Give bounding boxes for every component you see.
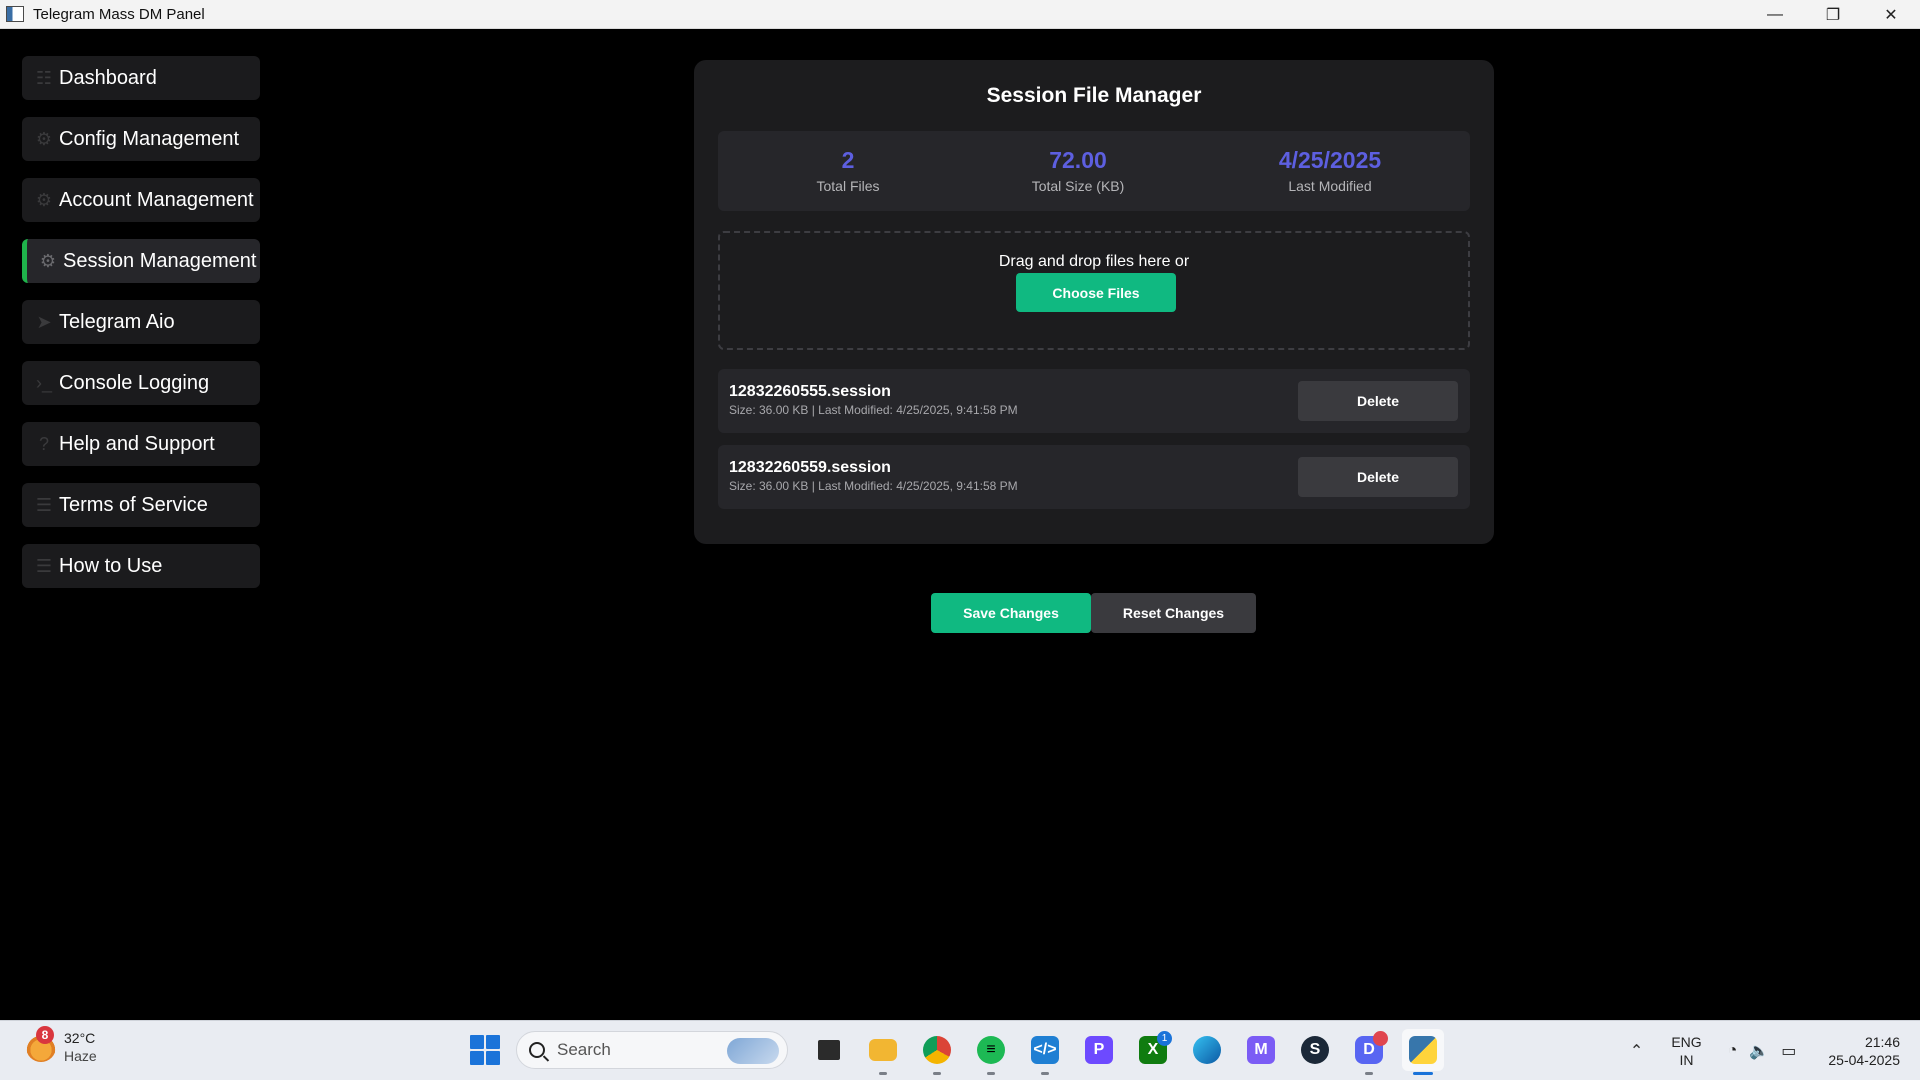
- sidebar-item-label: Config Management: [59, 127, 240, 150]
- sidebar-nav: ☷ Dashboard ⚙ Config Management ⚙ Accoun…: [22, 56, 260, 605]
- close-icon[interactable]: ✕: [1862, 0, 1920, 29]
- send-icon: ➤: [36, 311, 52, 332]
- search-placeholder: Search: [557, 1040, 611, 1059]
- sidebar-item-label: Account Management: [59, 188, 254, 211]
- notification-badge: 8: [36, 1026, 54, 1044]
- file-name: 12832260555.session: [729, 383, 891, 400]
- delete-file-button[interactable]: Delete: [1298, 381, 1458, 421]
- weather-widget[interactable]: 8 32°C Haze: [26, 1026, 97, 1065]
- wifi-icon[interactable]: ◔: [1728, 1042, 1738, 1060]
- stat-value: 2: [841, 147, 855, 173]
- gear-icon: ⚙: [35, 189, 53, 210]
- python-app-icon[interactable]: [1402, 1029, 1444, 1075]
- terminal-icon: ›_: [35, 372, 52, 393]
- mail-icon[interactable]: M: [1240, 1029, 1282, 1071]
- chrome-icon[interactable]: [916, 1029, 958, 1075]
- sidebar-item-terms-of-service[interactable]: ☰ Terms of Service: [22, 483, 260, 527]
- file-list-item: 12832260555.session Size: 36.00 KB | Las…: [718, 369, 1470, 433]
- sidebar-item-how-to-use[interactable]: ☰ How to Use: [22, 544, 260, 588]
- sidebar-item-label: Session Management: [63, 249, 257, 272]
- task-view-icon[interactable]: [808, 1029, 850, 1071]
- clock-date: 25-04-2025: [1828, 1052, 1900, 1068]
- document-icon: ☰: [35, 494, 53, 515]
- document-icon: ☰: [35, 555, 53, 576]
- app-icon: [6, 6, 24, 22]
- save-changes-button[interactable]: Save Changes: [931, 593, 1091, 633]
- notification-dot: [1373, 1031, 1388, 1046]
- choose-files-button[interactable]: Choose Files: [1016, 273, 1176, 312]
- chevron-up-icon[interactable]: ⌃: [1630, 1041, 1643, 1061]
- discord-icon[interactable]: D: [1348, 1029, 1390, 1075]
- sidebar-item-label: Help and Support: [59, 432, 215, 455]
- sidebar-item-telegram-aio[interactable]: ➤ Telegram Aio: [22, 300, 260, 344]
- stats-summary: 2 Total Files 72.00 Total Size (KB) 4/25…: [718, 131, 1470, 211]
- grid-icon: ☷: [35, 67, 53, 88]
- stat-label: Last Modified: [1288, 178, 1372, 194]
- file-name: 12832260559.session: [729, 459, 891, 476]
- minimize-icon[interactable]: —: [1746, 0, 1804, 29]
- vscode-icon[interactable]: </>: [1024, 1029, 1066, 1075]
- file-explorer-icon[interactable]: [862, 1029, 904, 1075]
- volume-icon[interactable]: 🔈: [1749, 1041, 1769, 1061]
- sidebar-item-account-management[interactable]: ⚙ Account Management: [22, 178, 260, 222]
- sidebar-item-label: Console Logging: [59, 371, 210, 394]
- sidebar-item-session-management[interactable]: ⚙ Session Management: [22, 239, 260, 283]
- sidebar-item-label: Telegram Aio: [59, 310, 175, 333]
- file-dropzone[interactable]: Drag and drop files here or Choose Files: [718, 231, 1470, 350]
- stat-total-files: 2 Total Files: [748, 147, 948, 194]
- window-titlebar: Telegram Mass DM Panel — ❐ ✕: [0, 0, 1920, 29]
- clock[interactable]: 21:46 25-04-2025: [1828, 1033, 1900, 1069]
- stat-value: 72.00: [1049, 147, 1107, 173]
- weather-text: 32°C Haze: [64, 1029, 97, 1065]
- window-title: Telegram Mass DM Panel: [33, 5, 205, 23]
- file-meta: Size: 36.00 KB | Last Modified: 4/25/202…: [729, 479, 1018, 493]
- stat-label: Total Files: [816, 178, 880, 194]
- steam-icon[interactable]: S: [1294, 1029, 1336, 1071]
- sidebar-item-console-logging[interactable]: ›_ Console Logging: [22, 361, 260, 405]
- stat-total-size: 72.00 Total Size (KB): [978, 147, 1178, 194]
- search-icon: [529, 1042, 545, 1058]
- gear-icon: ⚙: [39, 250, 57, 271]
- system-tray: ⌃ ENG IN ◔ 🔈 ▭ 21:46 25-04-2025: [1630, 1029, 1900, 1073]
- file-list-item: 12832260559.session Size: 36.00 KB | Las…: [718, 445, 1470, 509]
- gear-icon: ⚙: [35, 128, 53, 149]
- notification-badge: 1: [1157, 1031, 1172, 1046]
- sidebar-item-dashboard[interactable]: ☷ Dashboard: [22, 56, 260, 100]
- help-icon: ?: [38, 433, 49, 454]
- search-highlight-image: [727, 1038, 779, 1064]
- proton-icon[interactable]: P: [1078, 1029, 1120, 1071]
- stat-value: 4/25/2025: [1278, 147, 1382, 173]
- sidebar-item-label: Terms of Service: [59, 493, 208, 516]
- taskbar-search[interactable]: Search: [516, 1031, 788, 1069]
- delete-file-button[interactable]: Delete: [1298, 457, 1458, 497]
- sidebar-item-config-management[interactable]: ⚙ Config Management: [22, 117, 260, 161]
- file-meta: Size: 36.00 KB | Last Modified: 4/25/202…: [729, 403, 1018, 417]
- stat-last-modified: 4/25/2025 Last Modified: [1230, 147, 1430, 194]
- clock-time: 21:46: [1864, 1034, 1900, 1050]
- windows-start-icon[interactable]: [470, 1035, 500, 1065]
- language-indicator[interactable]: ENG IN: [1671, 1033, 1701, 1069]
- stat-label: Total Size (KB): [1031, 178, 1125, 194]
- battery-icon[interactable]: ▭: [1781, 1041, 1796, 1061]
- taskbar-apps: Search ≡ </> P X1 M S D: [470, 1029, 1450, 1075]
- windows-taskbar: 8 32°C Haze Search ≡ </> P X1 M S D ⌃ EN…: [0, 1020, 1920, 1080]
- panel-title: Session File Manager: [986, 84, 1202, 107]
- window-controls: — ❐ ✕: [1746, 0, 1920, 29]
- weather-temp: 32°C: [64, 1030, 96, 1046]
- sidebar-item-label: Dashboard: [59, 66, 157, 89]
- language-code: ENG: [1671, 1034, 1702, 1050]
- dropzone-text: Drag and drop files here or: [998, 253, 1190, 270]
- sidebar-item-help-and-support[interactable]: ? Help and Support: [22, 422, 260, 466]
- session-file-manager-panel: Session File Manager 2 Total Files 72.00…: [694, 60, 1494, 544]
- reset-changes-button[interactable]: Reset Changes: [1091, 593, 1256, 633]
- weather-icon: 8: [26, 1026, 56, 1062]
- sidebar-item-label: How to Use: [59, 554, 163, 577]
- xbox-icon[interactable]: X1: [1132, 1029, 1174, 1071]
- edge-icon[interactable]: [1186, 1029, 1228, 1071]
- spotify-icon[interactable]: ≡: [970, 1029, 1012, 1075]
- restore-icon[interactable]: ❐: [1804, 0, 1862, 29]
- action-bar: Save Changes Reset Changes: [931, 593, 1256, 633]
- weather-condition: Haze: [64, 1048, 97, 1064]
- region-code: IN: [1679, 1052, 1694, 1068]
